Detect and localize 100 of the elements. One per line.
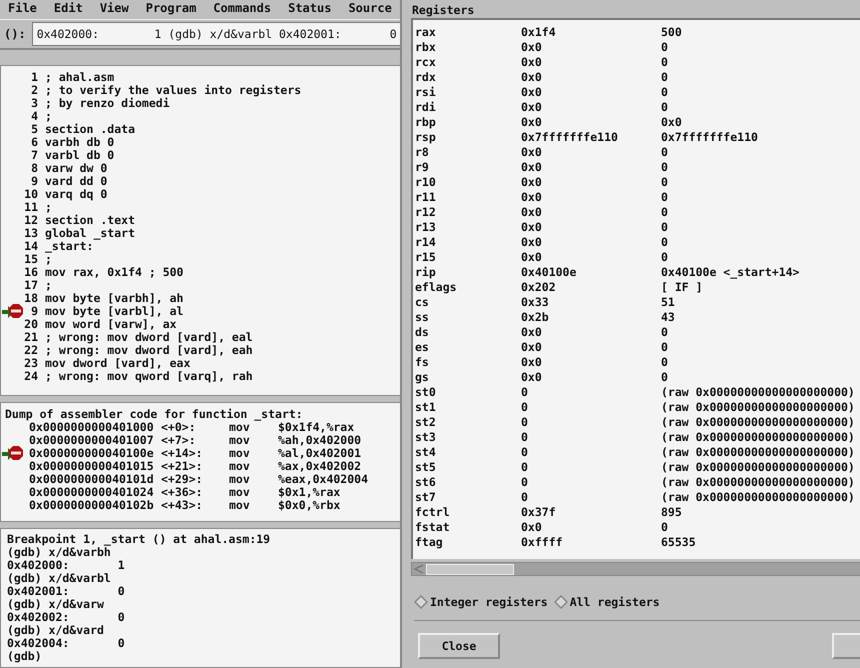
register-value: 0 — [661, 370, 668, 385]
register-raw-value: 0 — [521, 445, 529, 460]
register-name: r10 — [415, 175, 437, 190]
register-raw-value: 0x0 — [521, 160, 543, 175]
register-value: 65535 — [661, 535, 696, 550]
register-raw-value: 0x40100e — [521, 265, 578, 280]
register-raw-value: 0x0 — [521, 70, 543, 85]
menu-item[interactable]: Source — [348, 0, 392, 15]
menu-item[interactable]: Program — [146, 0, 196, 15]
register-name: rip — [415, 265, 437, 280]
line-number: 20 — [24, 318, 38, 331]
register-name: eflags — [415, 280, 458, 295]
stop-sign-icon[interactable] — [9, 446, 23, 460]
register-value: 0 — [661, 160, 668, 175]
register-name: ds — [415, 325, 430, 340]
menu-item[interactable]: File — [8, 0, 37, 15]
operands: $0x1,%rax — [278, 486, 340, 500]
register-value: (raw 0x00000000000000000000) — [661, 490, 855, 505]
register-raw-value: 0x7fffffffe110 — [521, 130, 619, 145]
line-number: 21 — [24, 330, 38, 344]
source-line: ; — [45, 110, 52, 123]
source-line: section .text — [45, 214, 136, 227]
register-value: 0 — [661, 340, 668, 355]
register-value: 0 — [661, 100, 668, 115]
dialog-title: Registers — [411, 2, 476, 18]
source-line: mov word [varw], ax — [45, 318, 177, 331]
line-number: 8 — [30, 162, 38, 175]
line-number: 13 — [24, 226, 38, 240]
register-value: (raw 0x00000000000000000000) — [661, 430, 855, 445]
register-raw-value: 0 — [521, 400, 529, 415]
line-number: 17 — [24, 278, 38, 292]
radio-icon[interactable] — [554, 595, 568, 609]
register-raw-value: 0x0 — [521, 340, 543, 355]
line-number: 9 — [30, 174, 38, 188]
menu-item[interactable]: Commands — [213, 0, 272, 15]
register-name: rbx — [415, 40, 437, 55]
register-name: st3 — [415, 430, 437, 445]
horizontal-scrollbar[interactable] — [411, 562, 860, 576]
radio-option[interactable]: All registers — [554, 592, 660, 612]
source-line: varq dq 0 — [45, 188, 108, 201]
register-name: st2 — [415, 415, 437, 430]
register-raw-value: 0x0 — [521, 370, 543, 385]
source-line: mov byte [varbl], al — [45, 304, 184, 318]
register-name: r9 — [415, 160, 430, 175]
source-line: varw dw 0 — [45, 162, 108, 175]
register-raw-value: 0 — [521, 490, 529, 505]
address: 0x000000000040102b — [29, 499, 155, 512]
scrollbar-thumb[interactable] — [426, 564, 514, 574]
line-number: 16 — [24, 266, 38, 279]
register-name: r8 — [415, 145, 430, 160]
register-value: 0 — [661, 220, 668, 235]
source-line: ; — [45, 252, 52, 266]
register-raw-value: 0x0 — [521, 520, 543, 535]
source-line: ; wrong: mov qword [varq], rah — [45, 370, 253, 383]
register-raw-value: 0x0 — [521, 145, 543, 160]
register-raw-value: 0 — [521, 460, 529, 475]
line-number: 1 — [30, 70, 38, 84]
menu-item[interactable]: Status — [288, 0, 332, 15]
register-value: 43 — [661, 310, 675, 325]
operands: $0x0,%rbx — [278, 499, 340, 512]
address: 0x000000000040100e — [29, 447, 155, 460]
register-name: st5 — [415, 460, 437, 475]
register-raw-value: 0 — [521, 475, 529, 490]
radio-icon[interactable] — [414, 595, 428, 609]
line-number: 22 — [24, 344, 38, 357]
source-line: mov dword [vard], eax — [45, 356, 190, 370]
register-value: 0 — [661, 205, 668, 220]
source-line: varbl db 0 — [45, 148, 114, 162]
opcode: mov — [229, 447, 251, 460]
source-line: mov byte [varbh], ah — [45, 292, 184, 305]
console-line: 0x402002: 0 — [7, 611, 126, 624]
menu-item[interactable]: View — [100, 0, 129, 15]
register-name: st0 — [415, 385, 437, 400]
register-raw-value: 0 — [521, 415, 529, 430]
close-button[interactable]: Close — [418, 633, 500, 659]
operands: %eax,0x402004 — [278, 473, 368, 486]
menu-item[interactable]: Edit — [54, 0, 83, 15]
console-line: (gdb) x/d&vard — [7, 624, 105, 637]
stop-sign-icon[interactable] — [9, 304, 23, 318]
register-name: fs — [415, 355, 430, 370]
register-value: 51 — [661, 295, 675, 310]
radio-option[interactable]: Integer registers — [414, 592, 548, 612]
register-raw-value: 0x0 — [521, 235, 543, 250]
register-value: (raw 0x00000000000000000000) — [661, 400, 855, 415]
register-name: r13 — [415, 220, 437, 235]
scroll-left-icon[interactable] — [414, 564, 424, 574]
register-name: rbp — [415, 115, 437, 130]
address: 0x0000000000401000 — [29, 421, 155, 434]
line-number: 3 — [30, 96, 38, 110]
operands: %ax,0x402002 — [278, 460, 362, 474]
console-line: (gdb) x/d&varbh — [7, 546, 111, 559]
line-number: 5 — [30, 122, 38, 136]
register-name: rdi — [415, 100, 437, 115]
offset: <+21>: — [161, 460, 204, 474]
register-raw-value: 0x0 — [521, 190, 543, 205]
register-raw-value: 0xffff — [521, 535, 564, 550]
line-number: 4 — [30, 110, 38, 123]
address: 0x0000000000401024 — [29, 486, 155, 500]
dialog-button[interactable] — [832, 633, 860, 659]
console-line: 0x402004: 0 — [7, 637, 126, 650]
